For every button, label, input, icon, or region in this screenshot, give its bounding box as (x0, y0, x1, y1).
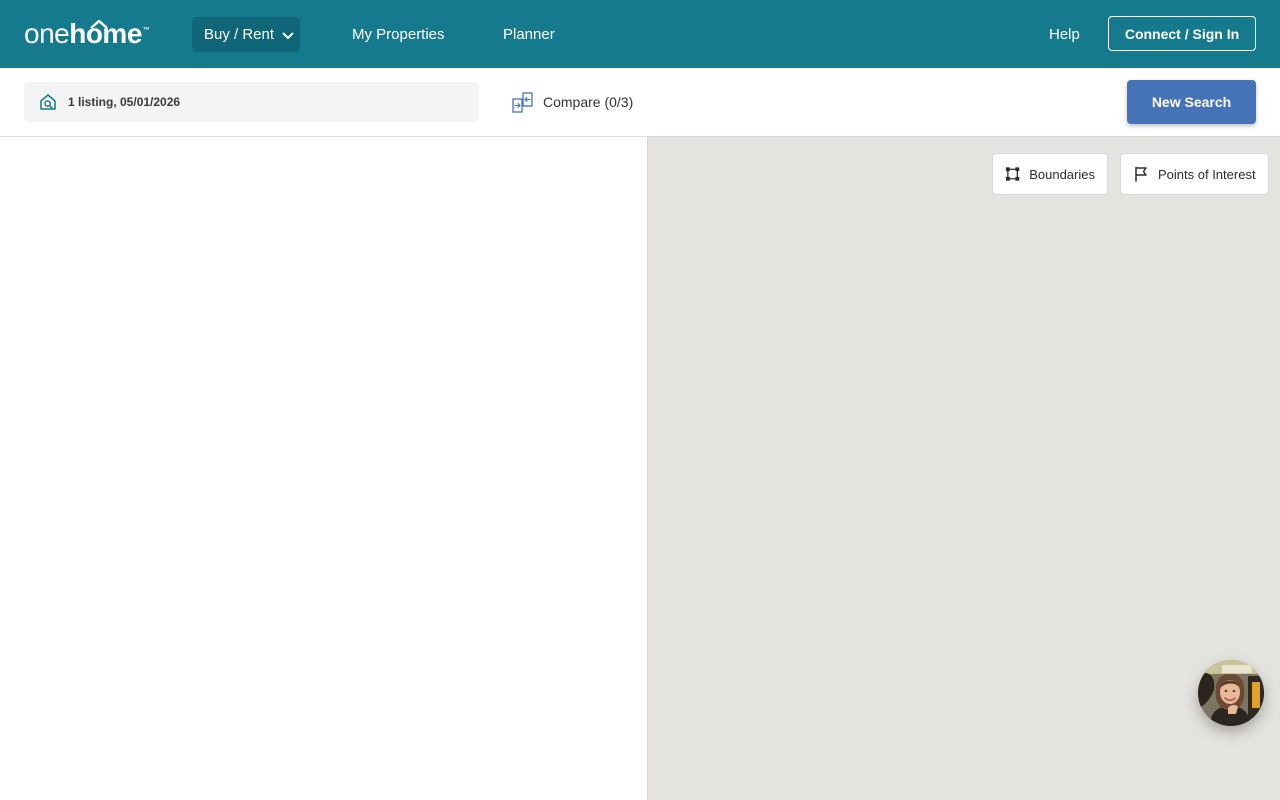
boundary-square-icon (1005, 167, 1020, 181)
nav-buy-rent[interactable]: Buy / Rent (192, 17, 300, 52)
points-of-interest-label: Points of Interest (1158, 166, 1256, 182)
logo-text-home: home (69, 20, 142, 48)
home-search-icon (40, 94, 56, 110)
search-summary-text: 1 listing, 05/01/2026 (68, 95, 181, 109)
compare-icon (512, 91, 533, 113)
compare-button[interactable]: Compare (0/3) (512, 91, 633, 113)
boundaries-button[interactable]: Boundaries (992, 153, 1108, 195)
nav-planner[interactable]: Planner (503, 17, 555, 52)
logo-roof-icon (90, 19, 109, 29)
nav-my-properties[interactable]: My Properties (352, 17, 445, 52)
map-area[interactable]: Boundaries Points of Interest (647, 137, 1280, 800)
top-navigation-bar: one home ™ Buy / Rent My Properties Plan… (0, 0, 1280, 68)
boundaries-label: Boundaries (1029, 166, 1095, 182)
logo-text-one: one (24, 18, 70, 49)
connect-sign-in-button[interactable]: Connect / Sign In (1108, 16, 1256, 51)
nav-buy-rent-label: Buy / Rent (204, 26, 275, 43)
chevron-down-icon (282, 32, 294, 39)
logo-trademark: ™ (142, 27, 150, 34)
saved-search-summary[interactable]: 1 listing, 05/01/2026 (24, 82, 479, 122)
compare-label: Compare (0/3) (543, 94, 634, 110)
onehome-logo[interactable]: one home ™ (24, 16, 150, 49)
flag-icon (1135, 166, 1147, 182)
listing-results-pane (0, 137, 647, 800)
points-of-interest-button[interactable]: Points of Interest (1120, 153, 1269, 195)
new-search-button[interactable]: New Search (1127, 80, 1256, 124)
chat-agent-avatar[interactable] (1198, 660, 1264, 726)
agent-photo-icon (1198, 660, 1264, 726)
nav-help[interactable]: Help (1049, 17, 1080, 52)
search-toolbar: 1 listing, 05/01/2026 Compare (0/3) New … (0, 68, 1280, 137)
